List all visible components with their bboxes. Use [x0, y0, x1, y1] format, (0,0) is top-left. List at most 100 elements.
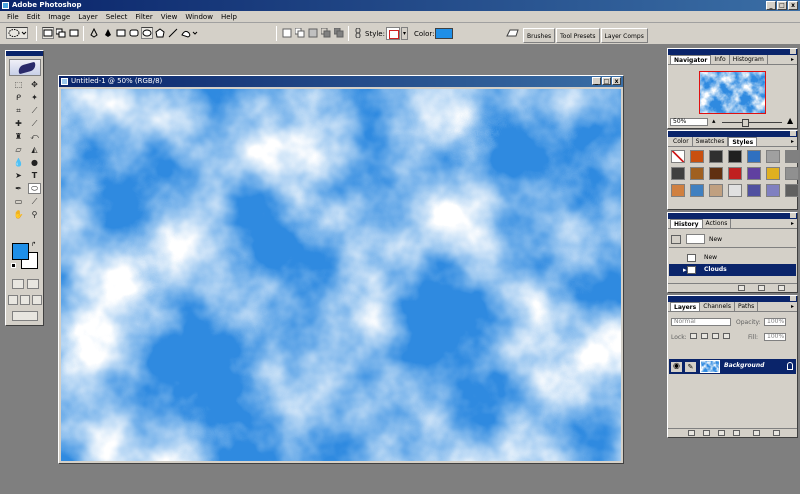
style-swatch[interactable]: [709, 167, 723, 180]
slice-tool[interactable]: ⟋: [28, 105, 41, 116]
panel-grip[interactable]: [668, 213, 797, 219]
style-swatch[interactable]: [690, 184, 704, 197]
custom-shape-option[interactable]: [180, 27, 200, 39]
line-shape-option[interactable]: [167, 27, 179, 39]
style-swatch[interactable]: [671, 167, 685, 180]
new-set-icon[interactable]: [718, 430, 725, 436]
standard-screen-mode-button[interactable]: [8, 295, 18, 305]
menu-filter[interactable]: Filter: [131, 11, 156, 22]
panel-menu-icon[interactable]: ▸: [791, 55, 794, 64]
subtract-shape-area-button[interactable]: [307, 27, 319, 39]
brush-tool[interactable]: ⟋: [28, 118, 41, 129]
rectangle-shape-option[interactable]: [115, 27, 127, 39]
hand-tool[interactable]: ✋: [12, 209, 25, 220]
style-swatch[interactable]: [709, 150, 723, 163]
style-swatch[interactable]: [709, 184, 723, 197]
toolbox-grip[interactable]: [6, 51, 43, 56]
eyedropper-tool[interactable]: ⟋: [28, 196, 41, 207]
new-selection-button[interactable]: [42, 27, 54, 39]
style-picker[interactable]: [386, 27, 400, 40]
menu-select[interactable]: Select: [102, 11, 132, 22]
history-brush-tool[interactable]: ⤺: [28, 131, 41, 142]
clone-stamp-tool[interactable]: ♜: [12, 131, 25, 142]
default-colors-icon[interactable]: [11, 263, 16, 268]
panel-menu-icon[interactable]: ▸: [791, 137, 794, 146]
ellipse-shape-option[interactable]: [141, 27, 153, 39]
full-screen-mode-button[interactable]: [32, 295, 42, 305]
image-canvas[interactable]: [61, 89, 621, 461]
blend-mode-select[interactable]: Normal: [671, 318, 731, 326]
type-tool[interactable]: T: [28, 170, 41, 181]
style-swatch[interactable]: [766, 150, 780, 163]
create-new-shape-layer-button[interactable]: [281, 27, 293, 39]
lock-position-icon[interactable]: [712, 333, 719, 339]
new-snapshot-icon[interactable]: [758, 285, 765, 291]
add-shape-area-button[interactable]: [294, 27, 306, 39]
notes-tool[interactable]: ▭: [12, 196, 25, 207]
style-swatch[interactable]: [690, 167, 704, 180]
crop-tool[interactable]: ⌗: [12, 105, 25, 116]
style-dropdown-arrow[interactable]: ▾: [401, 27, 408, 40]
style-swatch[interactable]: [728, 167, 742, 180]
zoom-out-icon[interactable]: ▴: [712, 118, 716, 125]
panel-close-button[interactable]: [790, 213, 796, 218]
style-swatch-none[interactable]: [671, 150, 685, 163]
doc-minimize-button[interactable]: _: [592, 77, 601, 85]
swap-colors-icon[interactable]: ↱: [31, 241, 36, 248]
panel-close-button[interactable]: [790, 49, 796, 54]
panel-menu-icon[interactable]: ▸: [791, 302, 794, 311]
close-button[interactable]: x: [788, 1, 798, 10]
document-title-bar[interactable]: Untitled-1 @ 50% (RGB/8) _ □ x: [59, 76, 623, 87]
tab-histogram[interactable]: Histogram: [730, 55, 768, 64]
adjustment-layer-icon[interactable]: [733, 430, 740, 436]
style-swatch[interactable]: [728, 184, 742, 197]
zoom-slider[interactable]: [722, 119, 782, 127]
well-tab-tool-presets[interactable]: Tool Presets: [556, 28, 600, 43]
tab-info[interactable]: Info: [711, 55, 730, 64]
panel-menu-icon[interactable]: ▸: [791, 219, 794, 228]
style-swatch[interactable]: [728, 150, 742, 163]
menu-edit[interactable]: Edit: [23, 11, 45, 22]
tab-history[interactable]: History: [670, 219, 703, 228]
tab-actions[interactable]: Actions: [703, 219, 732, 228]
eraser-tool[interactable]: ▱: [12, 144, 25, 155]
lock-transparency-icon[interactable]: [690, 333, 697, 339]
opacity-input[interactable]: 100%: [764, 318, 786, 326]
menu-image[interactable]: Image: [44, 11, 74, 22]
exclude-shape-areas-button[interactable]: [333, 27, 345, 39]
well-tab-layer-comps[interactable]: Layer Comps: [600, 28, 648, 43]
full-screen-menu-mode-button[interactable]: [20, 295, 30, 305]
ellipse-tool[interactable]: ⬭: [28, 183, 41, 194]
pen-tool[interactable]: ✒: [12, 183, 25, 194]
style-swatch[interactable]: [766, 184, 780, 197]
lasso-tool[interactable]: ᑭ: [12, 92, 25, 103]
adobe-online-feather-icon[interactable]: [9, 59, 41, 76]
panel-grip[interactable]: [668, 49, 797, 55]
trash-icon[interactable]: [773, 430, 780, 436]
tab-navigator[interactable]: Navigator: [670, 55, 712, 64]
menu-help[interactable]: Help: [217, 11, 241, 22]
style-swatch[interactable]: [785, 184, 799, 197]
navigator-preview[interactable]: [699, 71, 766, 114]
lock-image-icon[interactable]: [701, 333, 708, 339]
tab-styles[interactable]: Styles: [728, 137, 758, 146]
shape-color-swatch[interactable]: [435, 28, 453, 39]
panel-grip[interactable]: [668, 296, 797, 302]
history-snapshot[interactable]: New: [669, 232, 796, 248]
tool-preset-picker[interactable]: [6, 27, 28, 39]
style-swatch[interactable]: [785, 150, 799, 163]
pen-tool-option[interactable]: [88, 27, 100, 39]
standard-mode-button[interactable]: [12, 279, 24, 289]
style-swatch[interactable]: [785, 167, 799, 180]
new-layer-icon[interactable]: [753, 430, 760, 436]
dodge-tool[interactable]: ●: [28, 157, 41, 168]
doc-close-button[interactable]: x: [612, 77, 621, 85]
blur-tool[interactable]: 💧: [12, 157, 25, 168]
path-selection-tool[interactable]: ➤: [12, 170, 25, 181]
tab-paths[interactable]: Paths: [735, 302, 759, 311]
tab-channels[interactable]: Channels: [700, 302, 735, 311]
panel-close-button[interactable]: [790, 131, 796, 136]
rounded-rect-option[interactable]: [128, 27, 140, 39]
style-swatch[interactable]: [747, 150, 761, 163]
menu-view[interactable]: View: [157, 11, 182, 22]
